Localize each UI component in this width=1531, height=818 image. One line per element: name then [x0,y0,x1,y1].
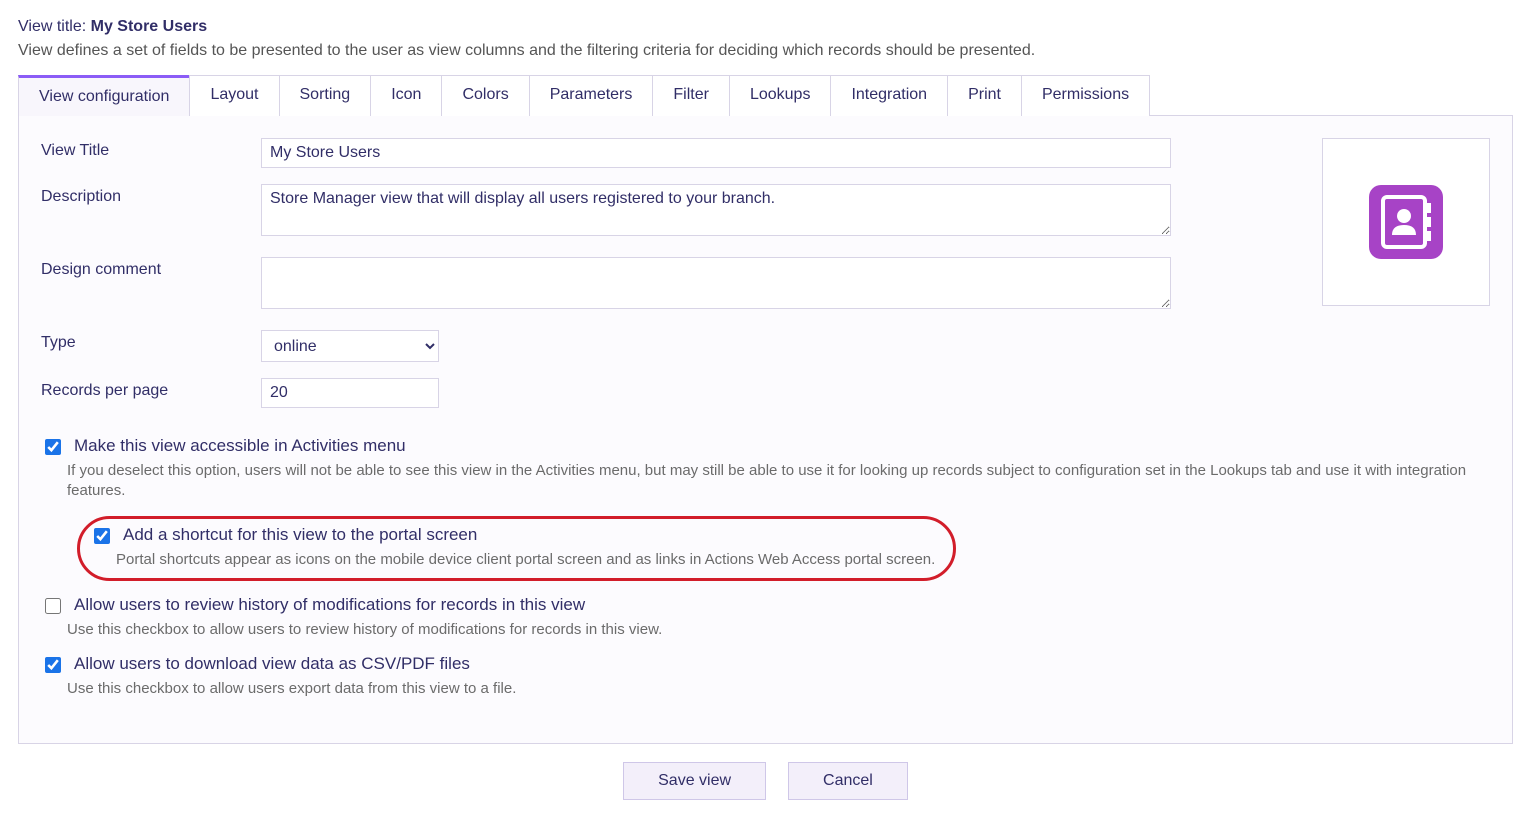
input-view-title[interactable] [261,138,1171,168]
view-header: View title: My Store Users [18,18,1513,36]
tabs-bar: View configuration Layout Sorting Icon C… [18,74,1513,116]
checkbox-download-help: Use this checkbox to allow users export … [67,679,1490,699]
tab-parameters[interactable]: Parameters [529,75,654,116]
input-records-per-page[interactable] [261,378,439,408]
textarea-description[interactable]: Store Manager view that will display all… [261,184,1171,236]
panel-view-configuration: View Title Description Store Manager vie… [18,116,1513,744]
tab-permissions[interactable]: Permissions [1021,75,1150,116]
footer-buttons: Save view Cancel [18,762,1513,800]
select-type[interactable]: online [261,330,439,362]
view-title-value: My Store Users [91,18,208,35]
tab-sorting[interactable]: Sorting [279,75,372,116]
checkbox-portal-shortcut-help: Portal shortcuts appear as icons on the … [116,550,935,570]
tab-colors[interactable]: Colors [441,75,529,116]
tab-print[interactable]: Print [947,75,1022,116]
checkbox-review-history-help: Use this checkbox to allow users to revi… [67,620,1490,640]
highlight-portal-shortcut: Add a shortcut for this view to the port… [77,516,956,581]
view-icon-preview [1322,138,1490,306]
label-design-comment: Design comment [41,257,261,279]
checkbox-portal-shortcut[interactable] [94,528,110,544]
textarea-design-comment[interactable] [261,257,1171,309]
save-view-button[interactable]: Save view [623,762,766,800]
checkbox-accessible-help: If you deselect this option, users will … [67,461,1490,502]
tab-view-configuration[interactable]: View configuration [18,75,190,116]
checkbox-review-history[interactable] [45,598,61,614]
label-view-title: View Title [41,138,261,160]
label-description: Description [41,184,261,206]
checkbox-accessible-activities[interactable] [45,439,61,455]
checkbox-download-title: Allow users to download view data as CSV… [74,654,470,674]
label-records-per-page: Records per page [41,378,261,400]
tab-layout[interactable]: Layout [189,75,279,116]
contacts-book-icon [1367,183,1445,261]
checkbox-download-csv-pdf[interactable] [45,657,61,673]
tab-integration[interactable]: Integration [830,75,948,116]
tab-filter[interactable]: Filter [652,75,730,116]
view-title-label: View title: [18,18,91,35]
checkbox-review-history-title: Allow users to review history of modific… [74,595,585,615]
view-description-text: View defines a set of fields to be prese… [18,42,1513,60]
label-type: Type [41,330,261,352]
checkbox-accessible-title: Make this view accessible in Activities … [74,436,406,456]
cancel-button[interactable]: Cancel [788,762,908,800]
checkbox-portal-shortcut-title: Add a shortcut for this view to the port… [123,525,477,545]
tab-icon[interactable]: Icon [370,75,442,116]
tab-lookups[interactable]: Lookups [729,75,832,116]
